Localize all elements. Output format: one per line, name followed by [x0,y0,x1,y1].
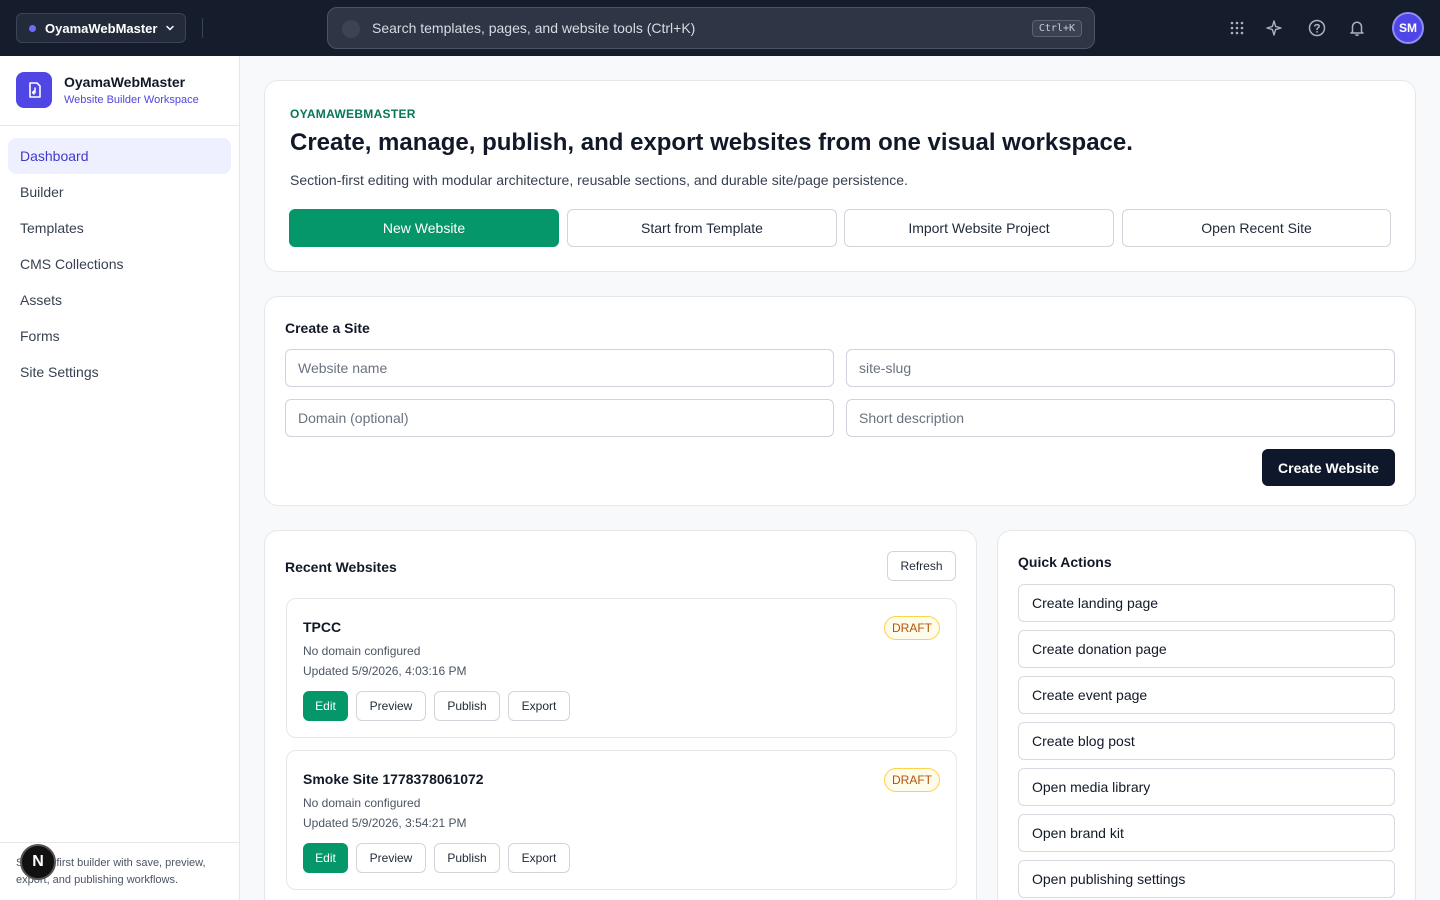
top-bar: OyamaWebMaster Search templates, pages, … [0,0,1440,56]
export-button[interactable]: Export [508,691,570,721]
search-placeholder: Search templates, pages, and website too… [372,20,696,36]
site-domain: No domain configured [303,644,421,658]
site-card: TPCC No domain configured Updated 5/9/20… [286,598,957,738]
publish-button[interactable]: Publish [434,843,500,873]
avatar[interactable]: SM [1392,12,1424,44]
page-title: Create, manage, publish, and export webs… [290,129,1133,156]
quick-action-open-media-library[interactable]: Open media library [1018,768,1395,806]
brand-name: OyamaWebMaster [64,74,186,90]
logo-icon [16,72,52,108]
quick-action-create-donation-page[interactable]: Create donation page [1018,630,1395,668]
site-name: TPCC [303,619,342,635]
site-name: Smoke Site 1778378061072 [303,771,484,787]
quick-action-open-publishing-settings[interactable]: Open publishing settings [1018,860,1395,898]
create-site-card: Create a Site Create Website [264,296,1416,506]
site-updated: Updated 5/9/2026, 4:03:16 PM [303,664,467,678]
create-site-title: Create a Site [285,320,370,336]
edit-button[interactable]: Edit [303,843,348,873]
divider [202,18,203,38]
recent-websites-card: Recent Websites Refresh TPCC No domain c… [264,530,977,900]
site-card: Smoke Site 1778378061072 No domain confi… [286,750,957,890]
sidebar-item-site-settings[interactable]: Site Settings [8,354,231,390]
preview-button[interactable]: Preview [356,691,426,721]
quick-action-create-blog-post[interactable]: Create blog post [1018,722,1395,760]
site-slug-input[interactable] [846,349,1395,387]
brand-header: OyamaWebMaster Website Builder Workspace [0,56,239,126]
sidebar-item-assets[interactable]: Assets [8,282,231,318]
refresh-button[interactable]: Refresh [887,551,956,581]
sidebar-nav: Dashboard Builder Templates CMS Collecti… [8,138,231,390]
edit-button[interactable]: Edit [303,691,348,721]
status-dot-icon [29,24,36,32]
quick-actions-title: Quick Actions [1018,554,1112,570]
status-badge: DRAFT [884,768,940,792]
publish-button[interactable]: Publish [434,691,500,721]
hero-subtitle: Section-first editing with modular archi… [290,172,908,188]
sidebar-item-cms-collections[interactable]: CMS Collections [8,246,231,282]
new-website-button[interactable]: New Website [289,209,559,247]
sidebar-item-dashboard[interactable]: Dashboard [8,138,231,174]
sidebar-item-templates[interactable]: Templates [8,210,231,246]
apps-grid-icon[interactable] [1227,18,1247,38]
quick-action-create-event-page[interactable]: Create event page [1018,676,1395,714]
create-website-button[interactable]: Create Website [1262,449,1395,486]
search-bar[interactable]: Search templates, pages, and website too… [327,7,1095,49]
import-website-project-button[interactable]: Import Website Project [844,209,1114,247]
hero-card: OYAMAWEBMASTER Create, manage, publish, … [264,80,1416,272]
export-button[interactable]: Export [508,843,570,873]
sidebar-item-builder[interactable]: Builder [8,174,231,210]
recent-websites-title: Recent Websites [285,559,397,575]
open-recent-site-button[interactable]: Open Recent Site [1122,209,1391,247]
status-badge: DRAFT [884,616,940,640]
brand-subtitle: Website Builder Workspace [64,94,199,106]
search-icon [342,20,360,38]
help-icon[interactable] [1307,18,1327,38]
chevron-down-icon [166,25,174,31]
quick-actions-card: Quick Actions Create landing page Create… [997,530,1416,900]
site-domain: No domain configured [303,796,421,810]
preview-button[interactable]: Preview [356,843,426,873]
workspace-name: OyamaWebMaster [45,20,158,36]
sidebar: OyamaWebMaster Website Builder Workspace… [0,56,240,900]
domain-input[interactable] [285,399,834,437]
bell-icon[interactable] [1347,18,1367,38]
start-from-template-button[interactable]: Start from Template [567,209,837,247]
dev-tools-badge[interactable]: N [20,844,56,880]
sparkle-icon[interactable] [1264,18,1284,38]
site-updated: Updated 5/9/2026, 3:54:21 PM [303,816,467,830]
short-description-input[interactable] [846,399,1395,437]
hero-eyebrow: OYAMAWEBMASTER [290,107,416,121]
shortcut-hint: Ctrl+K [1031,19,1082,37]
workspace-switcher[interactable]: OyamaWebMaster [16,13,186,43]
quick-action-create-landing-page[interactable]: Create landing page [1018,584,1395,622]
website-name-input[interactable] [285,349,834,387]
sidebar-item-forms[interactable]: Forms [8,318,231,354]
quick-action-open-brand-kit[interactable]: Open brand kit [1018,814,1395,852]
